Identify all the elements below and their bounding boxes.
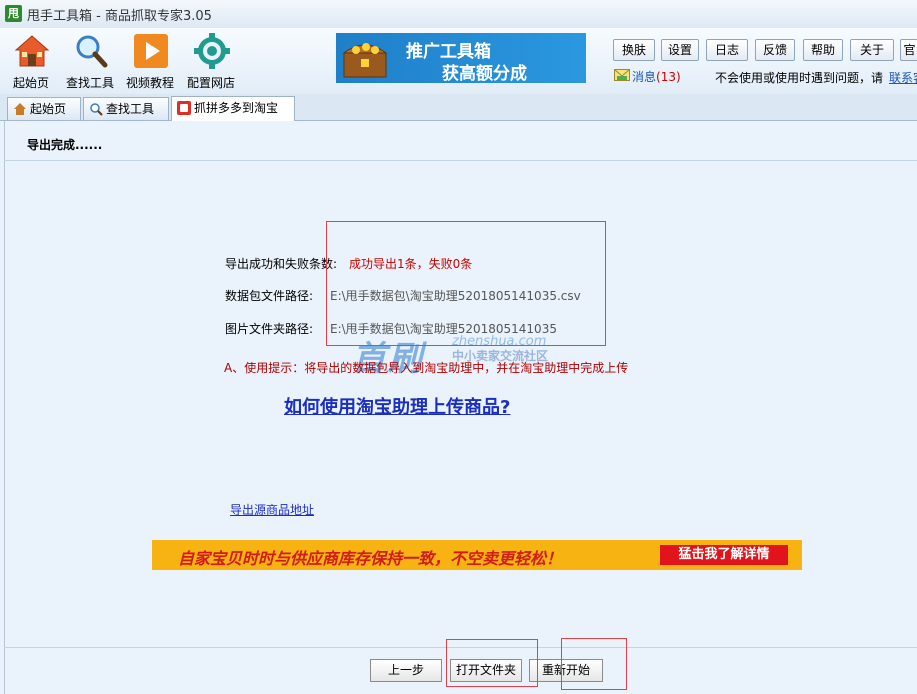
export-count-label: 导出成功和失败条数: <box>225 257 338 271</box>
play-icon <box>134 34 168 68</box>
log-button[interactable]: 日志 <box>706 39 748 61</box>
tab-pdd-to-taobao-label: 抓拼多多到淘宝 <box>194 101 279 115</box>
package-path-label: 数据包文件路径: <box>225 289 314 303</box>
toolbar-config-shop-button[interactable]: 配置网店 <box>181 31 241 91</box>
gear-icon <box>194 33 230 69</box>
official-button[interactable]: 官 <box>900 39 917 61</box>
promo-line-2: 获高额分成 <box>442 64 527 84</box>
home-icon <box>14 35 50 67</box>
divider <box>4 647 917 648</box>
prev-step-button[interactable]: 上一步 <box>370 659 442 682</box>
help-button[interactable]: 帮助 <box>803 39 843 61</box>
ad-details-button[interactable]: 猛击我了解详情 <box>660 545 788 565</box>
toolbar-find-tools-label: 查找工具 <box>65 76 114 90</box>
ad-banner[interactable]: 自家宝贝时时与供应商库存保持一致，不空卖更轻松！ 猛击我了解详情 <box>152 540 802 570</box>
export-count-value: 成功导出1条，失败0条 <box>349 257 473 271</box>
open-folder-button[interactable]: 打开文件夹 <box>450 659 522 682</box>
toolbar-video-label: 视频教程 <box>125 76 174 90</box>
pdd-icon <box>177 101 191 115</box>
window-title: 甩手工具箱 - 商品抓取专家3.05 <box>27 9 212 24</box>
settings-button[interactable]: 设置 <box>661 39 699 61</box>
package-path-value: E:\甩手数据包\淘宝助理5201805141035.csv <box>330 289 581 303</box>
toolbar-video-button[interactable]: 视频教程 <box>120 31 180 91</box>
ad-text: 自家宝贝时时与供应商库存保持一致，不空卖更轻松！ <box>178 549 563 568</box>
toolbar-config-shop-label: 配置网店 <box>186 76 235 90</box>
magnifier-icon <box>90 103 103 116</box>
tab-pdd-to-taobao[interactable]: 抓拼多多到淘宝 <box>171 96 295 121</box>
tab-home-label: 起始页 <box>30 102 67 116</box>
help-hint: 不会使用或使用时遇到问题，请 <box>715 71 884 85</box>
export-status: 导出完成...... <box>27 138 103 152</box>
messages-label: 消息 <box>632 70 657 84</box>
treasure-chest-icon <box>342 43 388 78</box>
tab-find-tools[interactable]: 查找工具 <box>83 97 169 120</box>
messages-count: (13) <box>656 70 681 84</box>
skin-button[interactable]: 换肤 <box>613 39 655 61</box>
toolbar-home-label: 起始页 <box>12 76 49 90</box>
tab-find-tools-label: 查找工具 <box>106 102 155 116</box>
divider <box>4 160 917 161</box>
messages-link[interactable]: 消息(13) <box>632 68 681 85</box>
tab-home[interactable]: 起始页 <box>7 97 81 120</box>
contact-support-link[interactable]: 联系客服 <box>889 69 917 86</box>
about-button[interactable]: 关于 <box>850 39 894 61</box>
promo-banner[interactable]: 推广工具箱 获高额分成 <box>336 33 586 84</box>
image-folder-label: 图片文件夹路径: <box>225 322 314 336</box>
app-logo: 甩 <box>5 5 22 22</box>
toolbar-find-tools-button[interactable]: 查找工具 <box>60 31 120 91</box>
export-source-url-link[interactable]: 导出源商品地址 <box>230 501 314 518</box>
feedback-button[interactable]: 反馈 <box>755 39 795 61</box>
magnifier-icon <box>76 35 108 68</box>
toolbar-home-button[interactable]: 起始页 <box>1 31 61 91</box>
howto-upload-link[interactable]: 如何使用淘宝助理上传商品? <box>284 393 510 419</box>
restart-button[interactable]: 重新开始 <box>529 659 603 682</box>
envelope-icon <box>614 69 630 81</box>
usage-tip: A、使用提示：将导出的数据包导入到淘宝助理中，并在淘宝助理中完成上传 <box>224 361 629 375</box>
home-icon <box>14 103 26 115</box>
